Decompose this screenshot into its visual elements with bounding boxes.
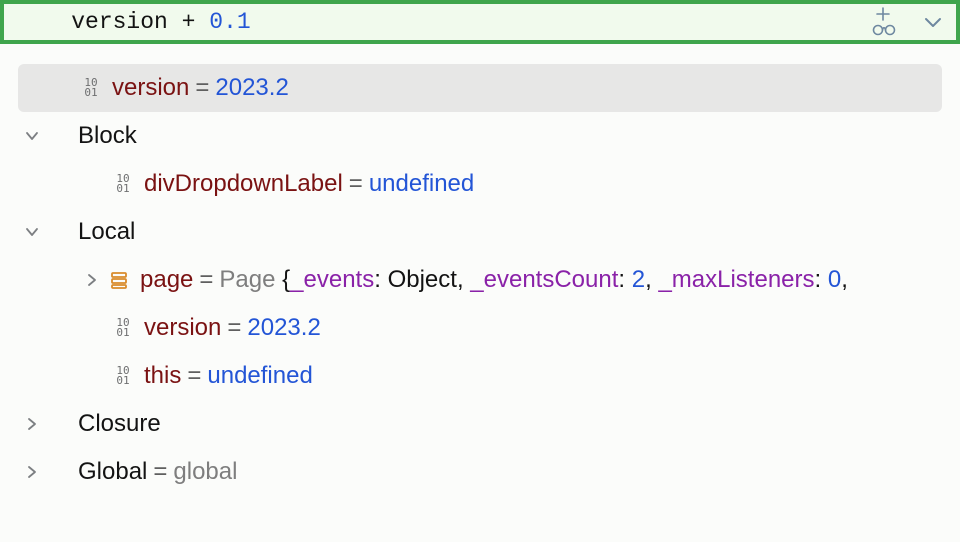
comma: , (645, 266, 658, 295)
trailing: , (841, 266, 848, 295)
expr-identifier: version (71, 9, 168, 35)
var-name: page (140, 266, 193, 295)
colon: : (815, 266, 828, 295)
chevron-down-icon[interactable] (18, 224, 46, 240)
colon: : (618, 266, 631, 295)
evaluate-expression-bar[interactable]: version + 0.1 (0, 0, 960, 44)
var-name: version (112, 74, 189, 103)
var-this[interactable]: 10 01 this = undefined (18, 352, 942, 400)
chevron-right-icon[interactable] (78, 272, 106, 288)
object-icon (106, 270, 132, 290)
equals-sign: = (193, 266, 219, 295)
var-value: undefined (369, 170, 474, 199)
var-value: 2023.2 (247, 314, 320, 343)
expression-history-icon[interactable] (924, 16, 942, 28)
scope-label: Global (78, 458, 147, 487)
var-class: Page (219, 266, 275, 295)
scope-label: Local (78, 218, 135, 247)
equals-sign: = (343, 170, 369, 199)
chevron-right-icon[interactable] (18, 464, 46, 480)
brace-open: { (275, 266, 290, 295)
scope-global-header[interactable]: Global = global (18, 448, 942, 496)
evaluate-actions (870, 7, 946, 37)
prop-key: _maxListeners (658, 266, 814, 295)
evaluate-expression-input[interactable]: version + 0.1 (16, 0, 870, 61)
chevron-down-icon[interactable] (18, 128, 46, 144)
scope-closure-header[interactable]: Closure (18, 400, 942, 448)
expr-operator: + (182, 9, 196, 35)
primitive-icon: 10 01 (110, 318, 136, 338)
var-version[interactable]: 10 01 version = 2023.2 (18, 304, 942, 352)
scope-label: Block (78, 122, 137, 151)
equals-sign: = (181, 362, 207, 391)
scope-value: global (173, 458, 237, 487)
var-value: 2023.2 (215, 74, 288, 103)
evaluation-result-row[interactable]: 10 01 version = 2023.2 (18, 64, 942, 112)
prop-key: _events (290, 266, 374, 295)
equals-sign: = (189, 74, 215, 103)
var-name: this (144, 362, 181, 391)
scope-local-header[interactable]: Local (18, 208, 942, 256)
variables-tree: 10 01 version = 2023.2 Block 10 01 divDr… (0, 44, 960, 506)
expr-number: 0.1 (209, 9, 250, 35)
equals-sign: = (221, 314, 247, 343)
equals-sign: = (147, 458, 173, 487)
colon: : (374, 266, 387, 295)
var-value: undefined (207, 362, 312, 391)
prop-value: 2 (632, 266, 645, 295)
var-name: version (144, 314, 221, 343)
var-divdropdownlabel[interactable]: 10 01 divDropdownLabel = undefined (18, 160, 942, 208)
prop-value: 0 (828, 266, 841, 295)
primitive-icon: 10 01 (110, 174, 136, 194)
primitive-icon: 10 01 (110, 366, 136, 386)
prop-value: Object (388, 266, 457, 295)
prop-key: _eventsCount (470, 266, 618, 295)
chevron-right-icon[interactable] (18, 416, 46, 432)
add-to-watches-icon[interactable] (870, 7, 896, 37)
var-name: divDropdownLabel (144, 170, 343, 199)
comma: , (457, 266, 470, 295)
primitive-icon: 10 01 (78, 78, 104, 98)
var-page[interactable]: page = Page { _events: Object, _eventsCo… (18, 256, 942, 304)
scope-label: Closure (78, 410, 161, 439)
scope-block-header[interactable]: Block (18, 112, 942, 160)
